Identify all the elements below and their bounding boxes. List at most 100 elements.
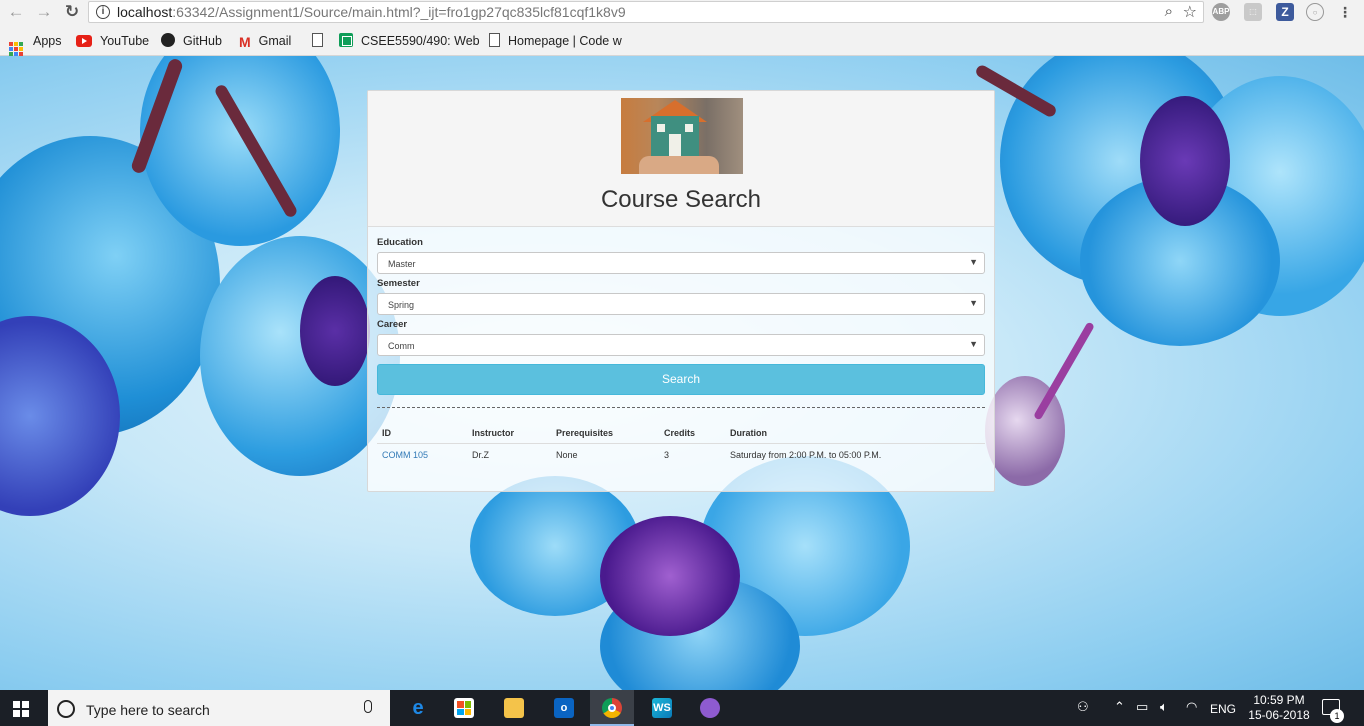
- table-header-row: ID Instructor Prerequisites Credits Dura…: [377, 425, 985, 444]
- col-header-prerequisites: Prerequisites: [551, 425, 659, 444]
- bookmark-apps[interactable]: Apps: [9, 33, 62, 56]
- education-label: Education: [377, 237, 423, 248]
- info-icon[interactable]: i: [96, 5, 110, 19]
- house-logo: [621, 98, 743, 174]
- outlook-icon: o: [554, 698, 574, 718]
- youtube-icon: [76, 35, 92, 47]
- bookmark-apps-label: Apps: [33, 34, 62, 48]
- page-icon: [312, 33, 323, 47]
- browser-toolbar: ← → ↻ i localhost:63342/Assignment1/Sour…: [0, 0, 1364, 26]
- bookmark-youtube-label: YouTube: [100, 34, 150, 48]
- course-search-card: Course Search Education Master ▼ Semeste…: [367, 90, 995, 492]
- chevron-up-icon[interactable]: ⌃: [1114, 699, 1125, 715]
- orchid-stem: [1033, 321, 1095, 421]
- education-value: Master: [388, 259, 416, 269]
- windows-start-icon[interactable]: [13, 701, 29, 717]
- table-row: COMM 105 Dr.Z None 3 Saturday from 2:00 …: [377, 444, 985, 467]
- semester-select[interactable]: Spring ▼: [377, 293, 985, 315]
- search-button[interactable]: Search: [377, 364, 985, 395]
- career-value: Comm: [388, 341, 415, 351]
- career-select[interactable]: Comm ▼: [377, 334, 985, 356]
- zotero-extension-icon[interactable]: Z: [1276, 3, 1294, 21]
- instructor-cell: Dr.Z: [472, 450, 489, 460]
- bookmark-github[interactable]: GitHub: [161, 33, 222, 49]
- extension-icon[interactable]: ○: [1306, 3, 1324, 21]
- pdf-extension-icon[interactable]: ⬚: [1244, 3, 1262, 21]
- zoom-icon[interactable]: ⌕: [1165, 3, 1173, 20]
- page-background: Course Search Education Master ▼ Semeste…: [0, 56, 1364, 690]
- taskbar-store[interactable]: [442, 690, 486, 726]
- back-icon[interactable]: ←: [4, 1, 28, 23]
- battery-icon[interactable]: ▭: [1136, 699, 1148, 715]
- duration-cell: Saturday from 2:00 P.M. to 05:00 P.M.: [730, 450, 882, 460]
- taskbar-explorer[interactable]: [492, 690, 536, 726]
- card-header: Course Search: [368, 91, 994, 227]
- col-header-instructor: Instructor: [467, 425, 551, 444]
- taskbar-edge[interactable]: e: [396, 690, 440, 726]
- taskbar-webstorm[interactable]: WS: [640, 690, 684, 726]
- taskbar-search[interactable]: Type here to search: [48, 690, 390, 726]
- menu-icon[interactable]: ⋮: [1336, 3, 1354, 21]
- taskbar-search-placeholder: Type here to search: [86, 702, 210, 718]
- col-header-credits: Credits: [659, 425, 725, 444]
- bookmark-csee[interactable]: CSEE5590/490: Web: [339, 33, 480, 49]
- adblock-extension-icon[interactable]: ABP: [1212, 3, 1230, 21]
- taskbar-clock[interactable]: 10:59 PM 15-06-2018: [1242, 693, 1316, 723]
- reload-icon[interactable]: ↻: [60, 1, 84, 23]
- col-header-id: ID: [377, 425, 467, 444]
- search-form: Education Master ▼ Semester Spring ▼ Car…: [377, 237, 985, 360]
- webstorm-icon: WS: [652, 698, 672, 718]
- bookmarks-bar: Apps YouTube GitHub M Gmail CSEE5590/490:…: [0, 26, 1364, 56]
- bookmark-gmail-label: Gmail: [258, 34, 292, 48]
- address-url[interactable]: localhost:63342/Assignment1/Source/main.…: [117, 4, 626, 20]
- app-icon: [700, 698, 720, 718]
- url-host: localhost: [117, 4, 173, 20]
- chevron-down-icon: ▼: [969, 257, 978, 267]
- house-window: [685, 124, 693, 132]
- chevron-down-icon: ▼: [969, 298, 978, 308]
- credits-cell: 3: [664, 450, 670, 460]
- clock-time: 10:59 PM: [1253, 693, 1305, 707]
- wifi-icon[interactable]: ◠: [1186, 699, 1197, 715]
- semester-value: Spring: [388, 300, 415, 310]
- col-header-duration: Duration: [725, 425, 985, 444]
- taskbar: Type here to search e o WS ⚇ ⌃ ▭ 🔈︎ ◠ EN…: [0, 690, 1364, 726]
- url-path: :63342/Assignment1/Source/main.html?_ijt…: [172, 4, 626, 20]
- course-id-link[interactable]: COMM 105: [377, 444, 467, 467]
- dashed-divider: [377, 407, 985, 408]
- bookmark-homepage-label: Homepage | Code w: [508, 34, 622, 48]
- hand-shape: [639, 156, 719, 174]
- bookmark-star-icon[interactable]: ☆: [1183, 2, 1197, 22]
- microphone-icon[interactable]: [364, 700, 372, 713]
- forward-icon[interactable]: →: [32, 1, 56, 23]
- page-icon: [489, 33, 500, 47]
- taskbar-app[interactable]: [688, 690, 732, 726]
- chrome-icon: [602, 698, 622, 718]
- language-indicator[interactable]: ENG: [1210, 702, 1236, 716]
- apps-grid-icon: [9, 42, 23, 56]
- career-label: Career: [377, 319, 408, 330]
- taskbar-outlook[interactable]: o: [542, 690, 586, 726]
- chevron-down-icon: ▼: [969, 339, 978, 349]
- notification-badge: 1: [1330, 709, 1344, 723]
- education-select[interactable]: Master ▼: [377, 252, 985, 274]
- results-table: ID Instructor Prerequisites Credits Dura…: [377, 425, 985, 466]
- people-icon[interactable]: ⚇: [1077, 699, 1089, 715]
- bookmark-youtube[interactable]: YouTube: [76, 33, 149, 49]
- taskbar-chrome[interactable]: [590, 690, 634, 726]
- orchid-center: [600, 516, 740, 636]
- bookmark-gmail[interactable]: M Gmail: [239, 33, 292, 50]
- bookmark-doc[interactable]: [312, 33, 331, 49]
- bookmark-csee-label: CSEE5590/490: Web: [361, 34, 480, 48]
- address-bar[interactable]: i localhost:63342/Assignment1/Source/mai…: [88, 1, 1204, 23]
- bookmark-homepage[interactable]: Homepage | Code w: [489, 33, 622, 49]
- semester-label: Semester: [377, 278, 420, 289]
- gmail-icon: M: [239, 34, 251, 50]
- page-title: Course Search: [600, 186, 762, 213]
- volume-icon[interactable]: 🔈︎: [1160, 699, 1168, 715]
- store-icon: [454, 698, 474, 718]
- prerequisites-cell: None: [556, 450, 578, 460]
- github-icon: [161, 33, 175, 47]
- orchid-center: [300, 276, 370, 386]
- orchid-center: [1140, 96, 1230, 226]
